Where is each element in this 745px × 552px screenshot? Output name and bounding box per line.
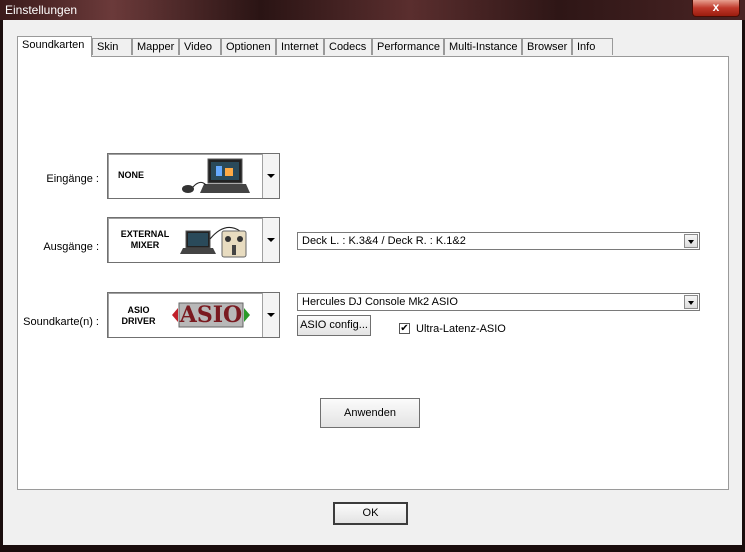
outputs-selected-line2: MIXER	[130, 240, 160, 250]
inputs-dropdown[interactable]: NONE	[107, 153, 280, 199]
tab-info[interactable]: Info	[572, 38, 613, 55]
apply-button[interactable]: Anwenden	[320, 398, 420, 428]
outputs-dropdown-arrow[interactable]	[262, 218, 279, 262]
soundcard-selected-line1: ASIO	[127, 305, 150, 315]
inputs-selected-text: NONE	[118, 170, 145, 180]
outputs-selected-text: EXTERNAL MIXER	[114, 229, 176, 251]
soundcard-dropdown-arrow[interactable]	[262, 293, 279, 337]
device-select[interactable]: Hercules DJ Console Mk2 ASIO	[297, 293, 700, 311]
channel-select-value: Deck L. : K.3&4 / Deck R. : K.1&2	[302, 235, 466, 247]
soundcard-selected-line2: DRIVER	[121, 316, 156, 326]
soundcard-panel: Eingänge : NONE Ausgänge : EXTERNAL MIXE…	[17, 56, 729, 490]
tab-optionen[interactable]: Optionen	[221, 38, 276, 55]
close-button[interactable]: x	[692, 0, 740, 17]
tab-soundkarten[interactable]: Soundkarten	[17, 36, 92, 57]
laptop-mouse-icon	[182, 158, 250, 193]
tab-multi-instance[interactable]: Multi-Instance	[444, 38, 522, 55]
tab-codecs[interactable]: Codecs	[324, 38, 372, 55]
ok-button[interactable]: OK	[333, 502, 408, 525]
tab-browser[interactable]: Browser	[522, 38, 572, 55]
soundcard-dropdown[interactable]: ASIO DRIVER ASIO	[107, 292, 280, 338]
channel-select-arrow[interactable]	[684, 234, 698, 248]
soundcard-selected-text: ASIO DRIVER	[116, 305, 161, 327]
asio-logo-text: ASIO	[179, 302, 243, 328]
channel-select[interactable]: Deck L. : K.3&4 / Deck R. : K.1&2	[297, 232, 700, 250]
title-bar: Einstellungen x	[0, 0, 745, 20]
tab-video[interactable]: Video	[179, 38, 221, 55]
soundcard-label: Soundkarte(n) :	[23, 316, 99, 328]
tab-skin[interactable]: Skin	[92, 38, 132, 55]
outputs-label: Ausgänge :	[43, 241, 99, 253]
tab-performance[interactable]: Performance	[372, 38, 444, 55]
device-select-arrow[interactable]	[684, 295, 698, 309]
inputs-dropdown-arrow[interactable]	[262, 154, 279, 198]
laptop-mixer-icon	[180, 226, 247, 258]
ultra-latency-label: Ultra-Latenz-ASIO	[416, 323, 506, 335]
window-title: Einstellungen	[5, 3, 78, 17]
settings-window: Soundkarten Skin Mapper Video Optionen I…	[3, 20, 742, 545]
outputs-selected-line1: EXTERNAL	[120, 229, 170, 239]
outputs-dropdown[interactable]: EXTERNAL MIXER	[107, 217, 280, 263]
asio-logo: ASIO	[172, 301, 250, 329]
device-select-value: Hercules DJ Console Mk2 ASIO	[302, 296, 458, 308]
asio-config-button[interactable]: ASIO config...	[297, 315, 371, 336]
ultra-latency-checkbox[interactable]: ✔	[399, 323, 410, 334]
tab-internet[interactable]: Internet	[276, 38, 324, 55]
tab-mapper[interactable]: Mapper	[132, 38, 179, 55]
inputs-label: Eingänge :	[46, 173, 99, 185]
